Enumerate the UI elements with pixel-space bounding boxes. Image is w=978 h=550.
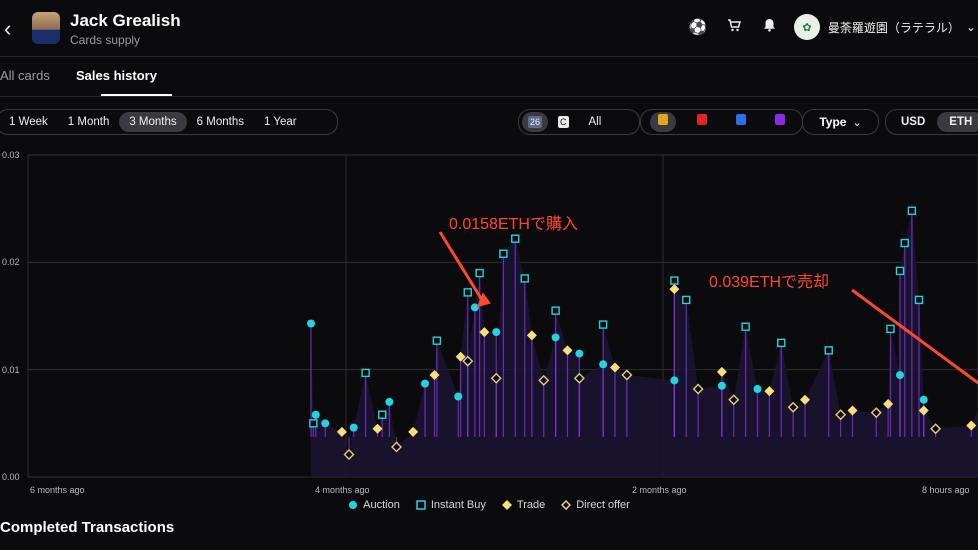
season-filter: 26 C All xyxy=(518,109,640,135)
trade-point xyxy=(716,366,727,377)
instant-buy-point xyxy=(914,295,924,305)
legend-instant-buy[interactable]: Instant Buy xyxy=(416,499,486,511)
rarity-unique[interactable] xyxy=(767,112,793,132)
instant-buy-point xyxy=(551,306,560,315)
instant-buy-point xyxy=(824,346,833,355)
instant-buy-point xyxy=(463,288,472,297)
auction-point xyxy=(919,395,928,404)
tab-sales-history[interactable]: Sales history xyxy=(76,68,157,83)
auction-point xyxy=(753,384,762,393)
currency-usd[interactable]: USD xyxy=(889,112,937,132)
auction-point xyxy=(575,349,584,358)
period-1-month[interactable]: 1 Month xyxy=(58,112,120,132)
type-dropdown[interactable]: Type ⌄ xyxy=(802,109,879,135)
legend-auction[interactable]: Auction xyxy=(348,499,400,511)
rarity-limited[interactable] xyxy=(650,112,677,132)
period-1-week[interactable]: 1 Week xyxy=(0,112,58,132)
instant-buy-point xyxy=(682,295,691,305)
instant-buy-point xyxy=(777,338,786,348)
x-tick-label: 8 hours ago xyxy=(922,485,970,495)
legend-trade[interactable]: Trade xyxy=(501,499,545,511)
user-name[interactable]: 曼荼羅遊園（ラテラル） xyxy=(828,19,960,36)
x-tick-label: 6 months ago xyxy=(30,485,85,495)
cart-icon[interactable] xyxy=(716,18,752,36)
auction-point xyxy=(470,303,479,312)
auction-point xyxy=(421,379,429,388)
instant-buy-point xyxy=(309,419,318,428)
season-all[interactable]: All xyxy=(579,112,612,132)
instant-buy-point xyxy=(907,206,917,216)
instant-buy-point xyxy=(900,238,909,248)
auction-point xyxy=(599,360,608,369)
header-divider xyxy=(0,56,978,57)
rarity-super-rare[interactable] xyxy=(728,112,754,132)
player-avatar xyxy=(32,12,60,44)
auction-point xyxy=(321,419,330,428)
auction-point xyxy=(551,333,560,342)
currency-toggle: USD ETH xyxy=(885,109,978,135)
chart-legend: Auction Instant Buy Trade Direct offer xyxy=(0,499,978,511)
period-6-months[interactable]: 6 Months xyxy=(187,112,254,132)
instant-buy-point xyxy=(598,320,608,329)
instant-buy-point xyxy=(361,368,370,378)
sales-history-chart[interactable] xyxy=(0,150,978,485)
period-1-year[interactable]: 1 Year xyxy=(254,112,307,132)
trade-diamond-icon xyxy=(501,500,512,510)
header-actions: ⚽ ✿ 曼荼羅遊園（ラテラル） ⌄ xyxy=(680,14,978,40)
auction-point xyxy=(670,376,679,385)
instant-buy-point xyxy=(895,266,905,276)
auction-point xyxy=(896,371,904,380)
auction-point xyxy=(492,328,501,337)
currency-eth[interactable]: ETH xyxy=(937,112,978,132)
auction-point xyxy=(311,410,320,419)
bell-icon[interactable] xyxy=(752,18,788,36)
season-26[interactable]: 26 xyxy=(522,112,549,132)
tab-all-cards[interactable]: All cards xyxy=(0,68,50,83)
auction-point xyxy=(307,319,315,328)
season-classic[interactable]: C xyxy=(548,112,579,132)
period-3-months[interactable]: 3 Months xyxy=(119,112,187,132)
instant-buy-point xyxy=(741,322,750,331)
chevron-down-icon: ⌄ xyxy=(852,116,862,129)
type-label: Type xyxy=(819,115,847,129)
completed-transactions-title: Completed Transactions xyxy=(0,519,175,536)
player-name: Jack Grealish xyxy=(70,11,181,30)
tabs-divider xyxy=(0,96,978,97)
instant-buy-point xyxy=(886,324,895,334)
instant-buy-point xyxy=(499,249,508,258)
x-tick-label: 4 months ago xyxy=(315,485,370,495)
chevron-down-icon[interactable]: ⌄ xyxy=(966,20,976,34)
direct-offer-diamond-icon xyxy=(561,500,572,510)
rarity-filter xyxy=(640,109,803,135)
sell-annotation: 0.039ETHで売却 xyxy=(709,274,830,291)
period-filter: 1 Week 1 Month 3 Months 6 Months 1 Year xyxy=(0,109,338,135)
instant-buy-point xyxy=(670,276,679,285)
instant-buy-point xyxy=(378,410,387,419)
buy-arrow xyxy=(438,231,485,303)
auction-point xyxy=(717,381,726,390)
instant-buy-point xyxy=(511,234,520,243)
user-avatar[interactable]: ✿ xyxy=(793,14,820,40)
ball-icon[interactable]: ⚽ xyxy=(680,18,716,36)
instant-buy-point xyxy=(475,268,484,278)
rarity-rare[interactable] xyxy=(689,112,715,132)
instant-buy-point xyxy=(520,274,529,283)
buy-annotation: 0.0158ETHで購入 xyxy=(449,216,578,233)
legend-direct-offer[interactable]: Direct offer xyxy=(561,499,630,511)
x-tick-label: 2 months ago xyxy=(632,485,687,495)
auction-dot-icon xyxy=(349,501,358,509)
instant-buy-square-icon xyxy=(416,500,426,510)
instant-buy-point xyxy=(432,336,442,345)
back-chevron-icon[interactable]: ‹ xyxy=(4,16,11,42)
auction-point xyxy=(454,392,463,401)
cards-supply-subtitle: Cards supply xyxy=(70,33,141,47)
auction-point xyxy=(349,423,358,432)
auction-point xyxy=(385,397,394,406)
price-area xyxy=(311,210,978,477)
